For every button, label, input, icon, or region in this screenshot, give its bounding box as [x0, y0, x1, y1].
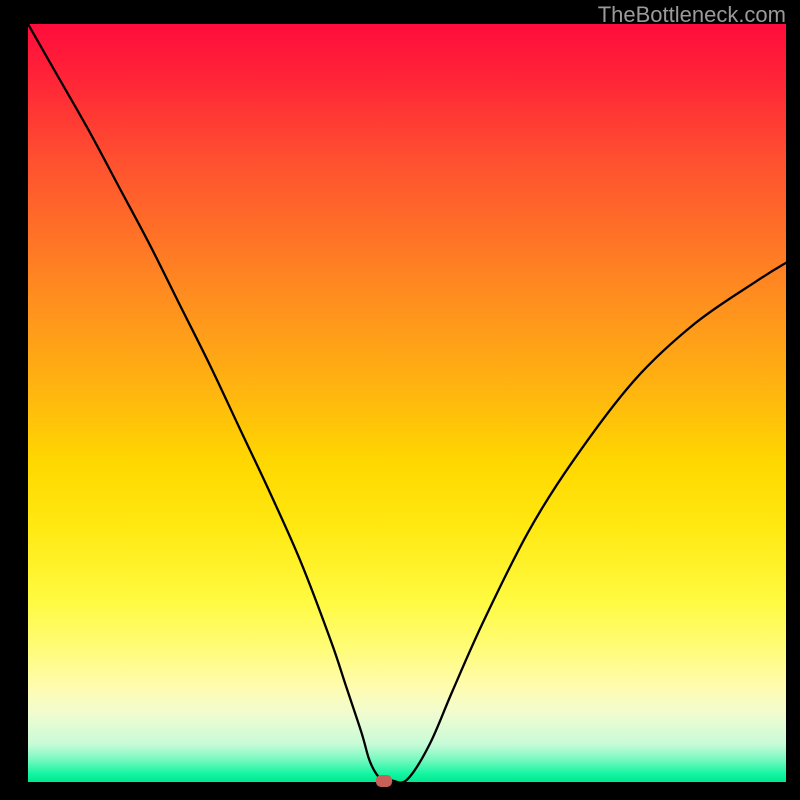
plot-background-gradient	[28, 24, 786, 782]
chart-frame: TheBottleneck.com	[0, 0, 800, 800]
optimum-marker	[376, 775, 392, 787]
watermark-text: TheBottleneck.com	[598, 2, 786, 28]
